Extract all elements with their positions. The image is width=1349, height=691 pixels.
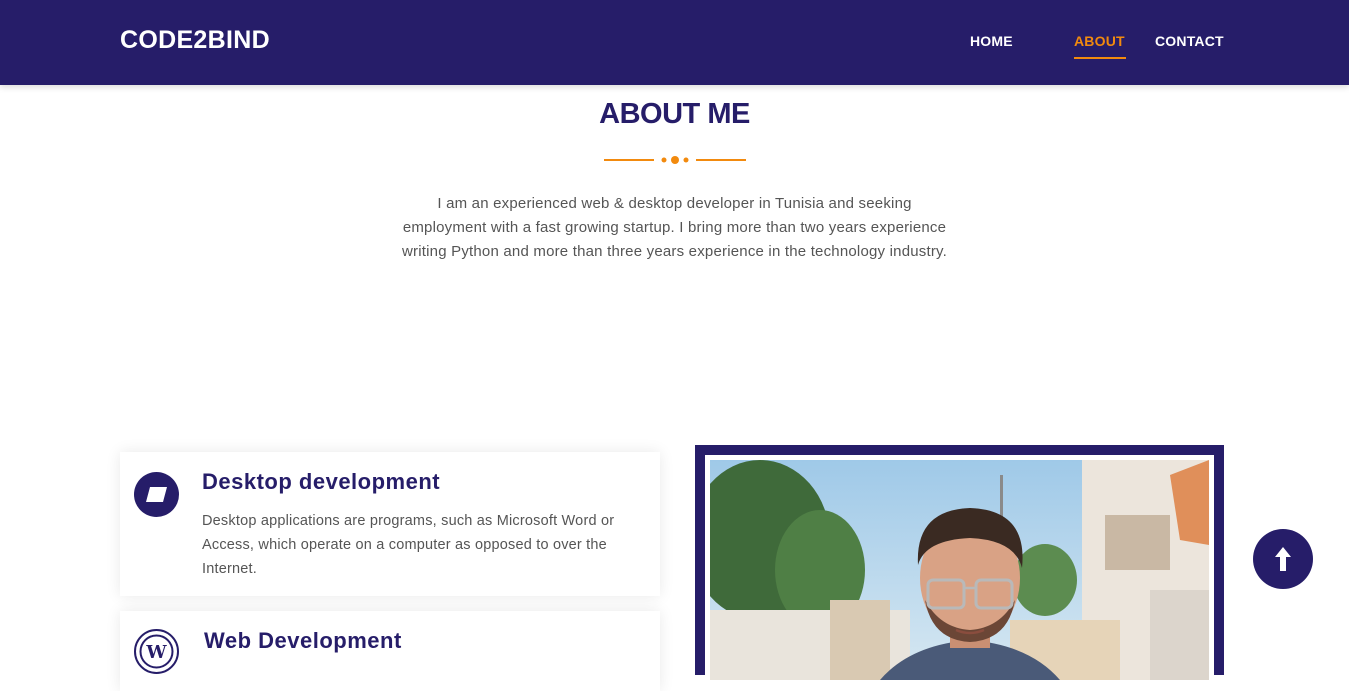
service-description: Desktop applications are programs, such … bbox=[202, 513, 615, 577]
navbar: CODE2BIND HOME ABOUT CONTACT bbox=[0, 0, 1349, 85]
service-card-web: W Web Development bbox=[120, 611, 660, 691]
service-title: Desktop development bbox=[202, 469, 441, 494]
nav-active-underline bbox=[1074, 57, 1126, 59]
section-divider bbox=[604, 156, 746, 164]
section-title: ABOUT ME bbox=[599, 98, 750, 130]
profile-photo bbox=[710, 460, 1209, 680]
nav-link-contact[interactable]: CONTACT bbox=[1155, 33, 1224, 49]
wordpress-icon: W bbox=[134, 629, 179, 674]
scroll-top-button[interactable] bbox=[1253, 529, 1313, 589]
profile-photo-border bbox=[705, 455, 1214, 685]
service-title: Web Development bbox=[204, 628, 402, 653]
svg-text:W: W bbox=[145, 642, 167, 663]
nav-link-home[interactable]: HOME bbox=[970, 33, 1013, 49]
arrow-up-icon bbox=[1275, 547, 1291, 571]
desktop-parallelogram-icon bbox=[134, 472, 179, 517]
brand-logo[interactable]: CODE2BIND bbox=[120, 26, 270, 55]
service-card-desktop: Desktop development Desktop applications… bbox=[120, 452, 660, 596]
about-description: I am an experienced web & desktop develo… bbox=[402, 195, 947, 260]
profile-photo-frame bbox=[695, 445, 1224, 685]
nav-link-about[interactable]: ABOUT bbox=[1074, 33, 1125, 49]
